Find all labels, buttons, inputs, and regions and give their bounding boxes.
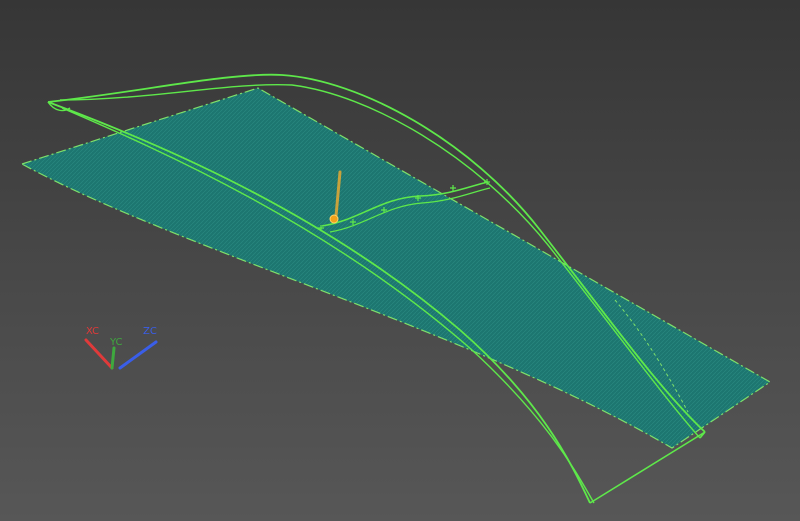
orientation-triad: XC YC ZC (84, 326, 158, 370)
x-axis-label: XC (86, 326, 99, 337)
selected-point[interactable] (329, 214, 339, 224)
graphics-viewport[interactable]: XC YC ZC (0, 0, 800, 521)
sheet-surface[interactable] (20, 87, 772, 449)
end-cap-right[interactable] (589, 431, 706, 504)
x-axis-arrow (84, 338, 114, 370)
y-axis-label: YC (109, 337, 123, 348)
y-axis-arrow (110, 346, 116, 370)
z-axis-arrow (118, 340, 158, 370)
z-axis-label: ZC (143, 326, 157, 337)
point-marker (450, 185, 456, 191)
model-scene[interactable]: XC YC ZC (0, 0, 800, 521)
